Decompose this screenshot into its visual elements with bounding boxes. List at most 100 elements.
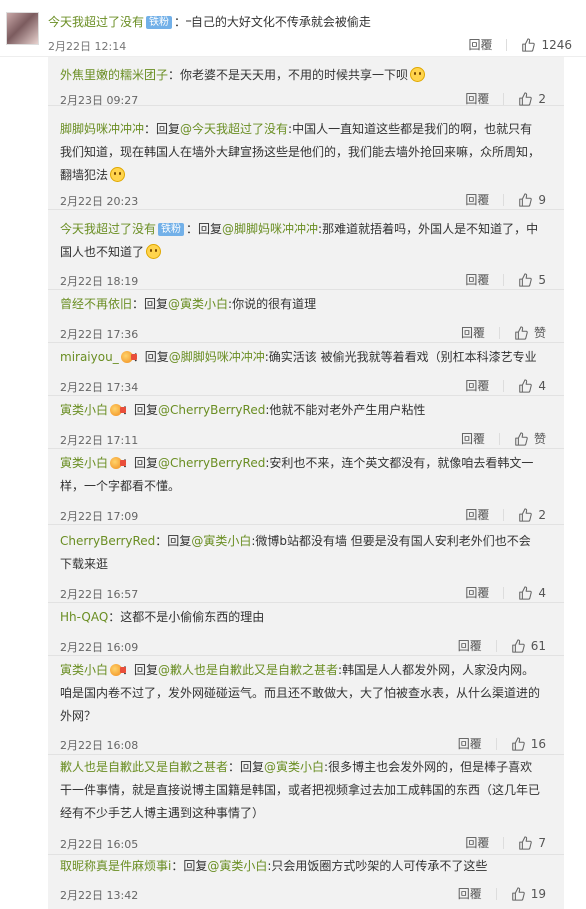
thumbs-up-icon[interactable] bbox=[514, 431, 528, 446]
reply-button[interactable]: 回覆 bbox=[465, 377, 489, 394]
like-count: 7 bbox=[538, 835, 546, 850]
fan-badge: 铁粉 bbox=[158, 223, 185, 236]
thumbs-up-icon[interactable] bbox=[518, 378, 533, 393]
reply-text: 寅类小白 ：回复@CherryBerryRed:安利也不来，连个英文都没有，就像咱… bbox=[60, 452, 542, 498]
reply-username[interactable]: 寅类小白 bbox=[60, 663, 108, 677]
divider bbox=[503, 193, 505, 206]
reply-prefix: ：回复 bbox=[122, 456, 159, 470]
reply-button[interactable]: 回覆 bbox=[465, 271, 489, 288]
reply-actions: 回覆 16 bbox=[458, 735, 546, 752]
divider bbox=[503, 508, 505, 521]
divider bbox=[503, 379, 505, 392]
reply-body: ：这都不是小偷偷东西的理由 bbox=[108, 610, 265, 624]
reply-username[interactable]: miraiyou_ bbox=[60, 350, 119, 364]
thumbs-up-icon[interactable] bbox=[518, 192, 533, 207]
reply-prefix: ：回复 bbox=[186, 222, 223, 236]
medal-icon bbox=[110, 404, 127, 416]
reply-username[interactable]: 取昵称真是件麻烦事i bbox=[60, 859, 171, 873]
reply-actions: 回覆 2 bbox=[465, 90, 546, 107]
reply-target-mention[interactable]: @寅类小白 bbox=[264, 760, 324, 774]
reply-username[interactable]: 今天我超过了没有 bbox=[60, 222, 156, 236]
reply-body: :确实活该 被偷光我就等着看戏（别杠本科漆艺专业 bbox=[264, 350, 537, 364]
like-count: 19 bbox=[530, 886, 546, 901]
reply-button[interactable]: 回覆 bbox=[461, 430, 485, 447]
reply-username[interactable]: 歉人也是自歉此又是自歉之甚者 bbox=[60, 760, 228, 774]
like-count: 9 bbox=[538, 192, 546, 207]
reply-item: 寅类小白 ：回复@CherryBerryRed:他就不能对老外产生用户粘性 2月2… bbox=[48, 396, 564, 449]
reply-button[interactable]: 回覆 bbox=[461, 324, 485, 341]
reply-button[interactable]: 回覆 bbox=[468, 36, 492, 53]
thumbs-up-icon[interactable] bbox=[518, 835, 533, 850]
reply-username[interactable]: 曾经不再依旧 bbox=[60, 297, 132, 311]
reply-prefix: ：回复 bbox=[132, 297, 169, 311]
reply-button[interactable]: 回覆 bbox=[465, 506, 489, 523]
reply-target-mention[interactable]: @脚脚妈咪冲冲冲 bbox=[169, 350, 265, 364]
reply-target-mention[interactable]: @CherryBerryRed bbox=[158, 456, 265, 470]
reply-button[interactable]: 回覆 bbox=[465, 90, 489, 107]
thumbs-up-icon[interactable] bbox=[521, 37, 536, 52]
thumbs-up-icon[interactable] bbox=[514, 325, 528, 340]
reply-time: 2月22日 20:23 bbox=[60, 195, 139, 208]
thumbs-up-icon[interactable] bbox=[518, 91, 533, 106]
reply-button[interactable]: 回覆 bbox=[458, 637, 482, 654]
reply-target-mention[interactable]: @今天我超过了没有 bbox=[180, 122, 288, 136]
comment-text: 今天我超过了没有 铁粉 ：᠆自己的大好文化不传承就会被偷走 bbox=[48, 14, 371, 30]
reply-text: 寅类小白 ：回复@歉人也是自歉此又是自歉之甚者:韩国是人人都发外网，人家没内网。咱… bbox=[60, 659, 542, 728]
thumbs-up-icon[interactable] bbox=[511, 736, 525, 751]
thumbs-up-icon[interactable] bbox=[511, 638, 525, 653]
reply-time: 2月22日 17:34 bbox=[60, 381, 139, 394]
reply-target-mention[interactable]: @脚脚妈咪冲冲冲 bbox=[222, 222, 318, 236]
reply-target-mention[interactable]: @寅类小白 bbox=[207, 859, 267, 873]
divider bbox=[495, 639, 497, 652]
reply-username[interactable]: 脚脚妈咪冲冲冲 bbox=[60, 122, 144, 136]
reply-target-mention[interactable]: @CherryBerryRed bbox=[158, 403, 265, 417]
reply-username[interactable]: CherryBerryRed bbox=[60, 534, 155, 548]
reply-item: 脚脚妈咪冲冲冲：回复@今天我超过了没有:中国人一直知道这些都是我们的啊，也就只有… bbox=[48, 106, 564, 210]
reply-button[interactable]: 回覆 bbox=[465, 191, 489, 208]
reply-target-mention[interactable]: @寅类小白 bbox=[191, 534, 251, 548]
reply-actions: 回覆 9 bbox=[465, 191, 546, 208]
reply-text: 歉人也是自歉此又是自歉之甚者：回复@寅类小白:很多博主也会发外网的，但是棒子喜欢… bbox=[60, 756, 542, 825]
thumbs-up-icon[interactable] bbox=[518, 507, 533, 522]
reply-item: 曾经不再依旧：回复@寅类小白:你说的很有道理 2月22日 17:36 回覆 赞 bbox=[48, 290, 564, 343]
reply-button[interactable]: 回覆 bbox=[465, 834, 489, 851]
thumbs-up-icon[interactable] bbox=[511, 886, 525, 901]
reply-item: 寅类小白 ：回复@CherryBerryRed:安利也不来，连个英文都没有，就像咱… bbox=[48, 449, 564, 525]
like-count: 61 bbox=[530, 638, 546, 653]
reply-time: 2月22日 17:09 bbox=[60, 510, 139, 523]
reply-button[interactable]: 回覆 bbox=[458, 885, 482, 902]
reply-body: ：你老婆不是天天用，不用的时候共享一下呗 bbox=[168, 68, 409, 82]
reply-button[interactable]: 回覆 bbox=[465, 584, 489, 601]
reply-username[interactable]: Hh-QAQ bbox=[60, 610, 108, 624]
avatar[interactable] bbox=[6, 12, 39, 45]
thumbs-up-icon[interactable] bbox=[518, 585, 533, 600]
thumbs-up-icon[interactable] bbox=[518, 272, 533, 287]
reply-body: :你说的很有道理 bbox=[228, 297, 317, 311]
reply-prefix: ：回复 bbox=[122, 663, 159, 677]
reply-item: 寅类小白 ：回复@歉人也是自歉此又是自歉之甚者:韩国是人人都发外网，人家没内网。咱… bbox=[48, 656, 564, 755]
reply-text: 外焦里嫩的糯米团子：你老婆不是天天用，不用的时候共享一下呗 bbox=[60, 64, 542, 87]
reply-actions: 回覆 61 bbox=[458, 637, 546, 654]
divider bbox=[495, 737, 497, 750]
reply-text: 曾经不再依旧：回复@寅类小白:你说的很有道理 bbox=[60, 293, 542, 316]
main-comment: 今天我超过了没有 铁粉 ：᠆自己的大好文化不传承就会被偷走 2月22日 12:14 … bbox=[0, 0, 586, 57]
reply-prefix: ：回复 bbox=[132, 350, 169, 364]
reply-target-mention[interactable]: @歉人也是自歉此又是自歉之甚者 bbox=[158, 663, 338, 677]
reply-username[interactable]: 寅类小白 bbox=[60, 403, 108, 417]
comment-body: ：᠆自己的大好文化不传承就会被偷走 bbox=[174, 15, 371, 29]
reply-body: :他就不能对老外产生用户粘性 bbox=[265, 403, 426, 417]
divider bbox=[506, 38, 508, 51]
comment-username[interactable]: 今天我超过了没有 bbox=[48, 15, 144, 29]
reply-username[interactable]: 寅类小白 bbox=[60, 456, 108, 470]
reply-prefix: ：回复 bbox=[228, 760, 265, 774]
reply-target-mention[interactable]: @寅类小白 bbox=[168, 297, 228, 311]
reply-prefix: ：回复 bbox=[122, 403, 159, 417]
reply-username[interactable]: 外焦里嫩的糯米团子 bbox=[60, 68, 168, 82]
reply-button[interactable]: 回覆 bbox=[458, 735, 482, 752]
reply-text: 寅类小白 ：回复@CherryBerryRed:他就不能对老外产生用户粘性 bbox=[60, 399, 542, 422]
reply-actions: 回覆 5 bbox=[465, 271, 546, 288]
reply-item: 今天我超过了没有 铁粉 ：回复@脚脚妈咪冲冲冲:那难道就捂着吗，外国人是不知道了，中… bbox=[48, 210, 564, 290]
reply-actions: 回覆 2 bbox=[465, 506, 546, 523]
reply-item: Hh-QAQ：这都不是小偷偷东西的理由 2月22日 16:09 回覆 61 bbox=[48, 603, 564, 656]
divider bbox=[503, 586, 505, 599]
